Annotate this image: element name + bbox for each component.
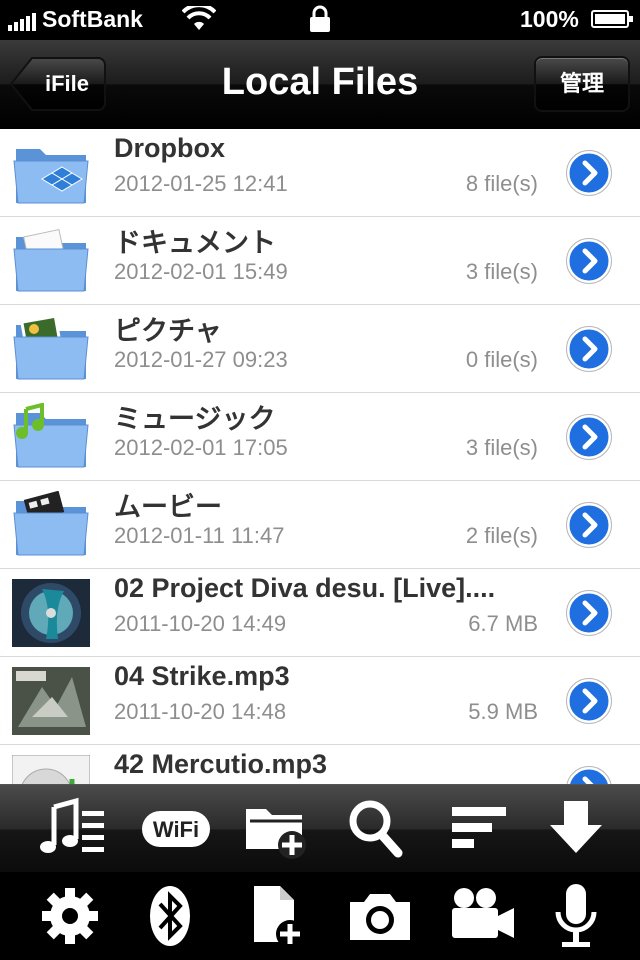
- list-item[interactable]: ムービー 2012-01-11 11:47 2 file(s): [0, 481, 640, 570]
- navigation-bar: iFile Local Files 管理: [0, 40, 640, 129]
- wifi-signal-icon: [182, 6, 216, 30]
- signal-strength-icon: [8, 9, 36, 31]
- file-count: 2 file(s): [465, 523, 538, 548]
- file-date: 2012-02-01 15:49: [114, 259, 288, 284]
- download-icon[interactable]: [540, 793, 612, 865]
- disclosure-button[interactable]: [566, 238, 612, 284]
- disclosure-button[interactable]: [566, 326, 612, 372]
- file-count: 3 file(s): [465, 435, 538, 460]
- page-title: Local Files: [221, 61, 419, 103]
- file-count: 8 file(s): [465, 171, 538, 196]
- file-list: Dropbox 2012-01-25 12:41 8 file(s) ドキュメン…: [0, 129, 640, 784]
- search-icon[interactable]: [340, 793, 412, 865]
- status-bar: SoftBank 100%: [0, 0, 640, 40]
- file-name: 04 Strike.mp3: [114, 661, 290, 691]
- file-count: 0 file(s): [465, 347, 538, 372]
- camera-icon[interactable]: [344, 880, 416, 952]
- file-name: ドキュメント: [114, 228, 276, 258]
- movies-folder-icon: [13, 491, 89, 556]
- utility-toolbar: [0, 872, 640, 960]
- disclosure-button[interactable]: [566, 766, 612, 784]
- disclosure-button[interactable]: [566, 150, 612, 196]
- file-date: 2011-10-20 14:49: [114, 611, 287, 636]
- list-item[interactable]: 04 Strike.mp3 2011-10-20 14:48 5.9 MB: [0, 657, 640, 746]
- dropbox-folder-icon: [13, 149, 89, 204]
- disclosure-button[interactable]: [566, 414, 612, 460]
- file-size: 5.9 MB: [468, 699, 538, 724]
- pictures-folder-icon: [13, 315, 89, 380]
- lock-icon: [310, 5, 330, 32]
- disclosure-button[interactable]: [566, 678, 612, 724]
- file-name: ムービー: [114, 492, 222, 522]
- battery-icon: [591, 10, 633, 28]
- file-date: 2011-10-20 14:48: [114, 699, 287, 724]
- music-file-icon: [12, 755, 90, 784]
- music-folder-icon: [13, 403, 89, 468]
- battery-percentage: 100%: [520, 6, 579, 32]
- list-item[interactable]: ピクチャ 2012-01-27 09:23 0 file(s): [0, 305, 640, 394]
- new-folder-icon[interactable]: [240, 793, 312, 865]
- file-name: 42 Mercutio.mp3: [114, 749, 328, 779]
- file-date: 2012-01-25 12:41: [114, 171, 288, 196]
- list-item[interactable]: 42 Mercutio.mp3: [0, 745, 640, 784]
- playlist-icon[interactable]: [36, 793, 108, 865]
- list-item[interactable]: 02 Project Diva desu. [Live].... 2011-10…: [0, 569, 640, 658]
- file-date: 2012-02-01 17:05: [114, 435, 288, 460]
- album-art-thumbnail: [12, 667, 90, 735]
- carrier: SoftBank: [8, 6, 143, 33]
- documents-folder-icon: [13, 228, 89, 292]
- list-item[interactable]: ミュージック 2012-02-01 17:05 3 file(s): [0, 393, 640, 482]
- file-date: 2012-01-27 09:23: [114, 347, 288, 372]
- file-count: 3 file(s): [465, 259, 538, 284]
- new-file-icon[interactable]: [240, 880, 312, 952]
- back-button[interactable]: iFile: [10, 56, 106, 112]
- settings-gear-icon[interactable]: [34, 880, 106, 952]
- disclosure-button[interactable]: [566, 590, 612, 636]
- file-size: 6.7 MB: [468, 611, 538, 636]
- video-camera-icon[interactable]: [446, 880, 518, 952]
- microphone-icon[interactable]: [540, 880, 612, 952]
- disclosure-button[interactable]: [566, 502, 612, 548]
- wifi-icon[interactable]: WiFi: [140, 793, 212, 865]
- action-toolbar: WiFi: [0, 784, 640, 873]
- back-button-label: iFile: [44, 71, 89, 96]
- file-date: 2012-01-11 11:47: [114, 523, 285, 548]
- file-name: Dropbox: [114, 133, 225, 163]
- bluetooth-icon[interactable]: [134, 880, 206, 952]
- album-art-thumbnail: [12, 579, 90, 647]
- file-name: ミュージック: [114, 404, 276, 434]
- file-name: 02 Project Diva desu. [Live]....: [114, 573, 496, 603]
- carrier-name: SoftBank: [42, 6, 143, 32]
- list-item[interactable]: ドキュメント 2012-02-01 15:49 3 file(s): [0, 217, 640, 306]
- manage-button[interactable]: 管理: [534, 56, 630, 112]
- svg-text:WiFi: WiFi: [153, 817, 199, 842]
- file-name: ピクチャ: [114, 316, 222, 346]
- sort-icon[interactable]: [444, 793, 516, 865]
- list-item[interactable]: Dropbox 2012-01-25 12:41 8 file(s): [0, 129, 640, 218]
